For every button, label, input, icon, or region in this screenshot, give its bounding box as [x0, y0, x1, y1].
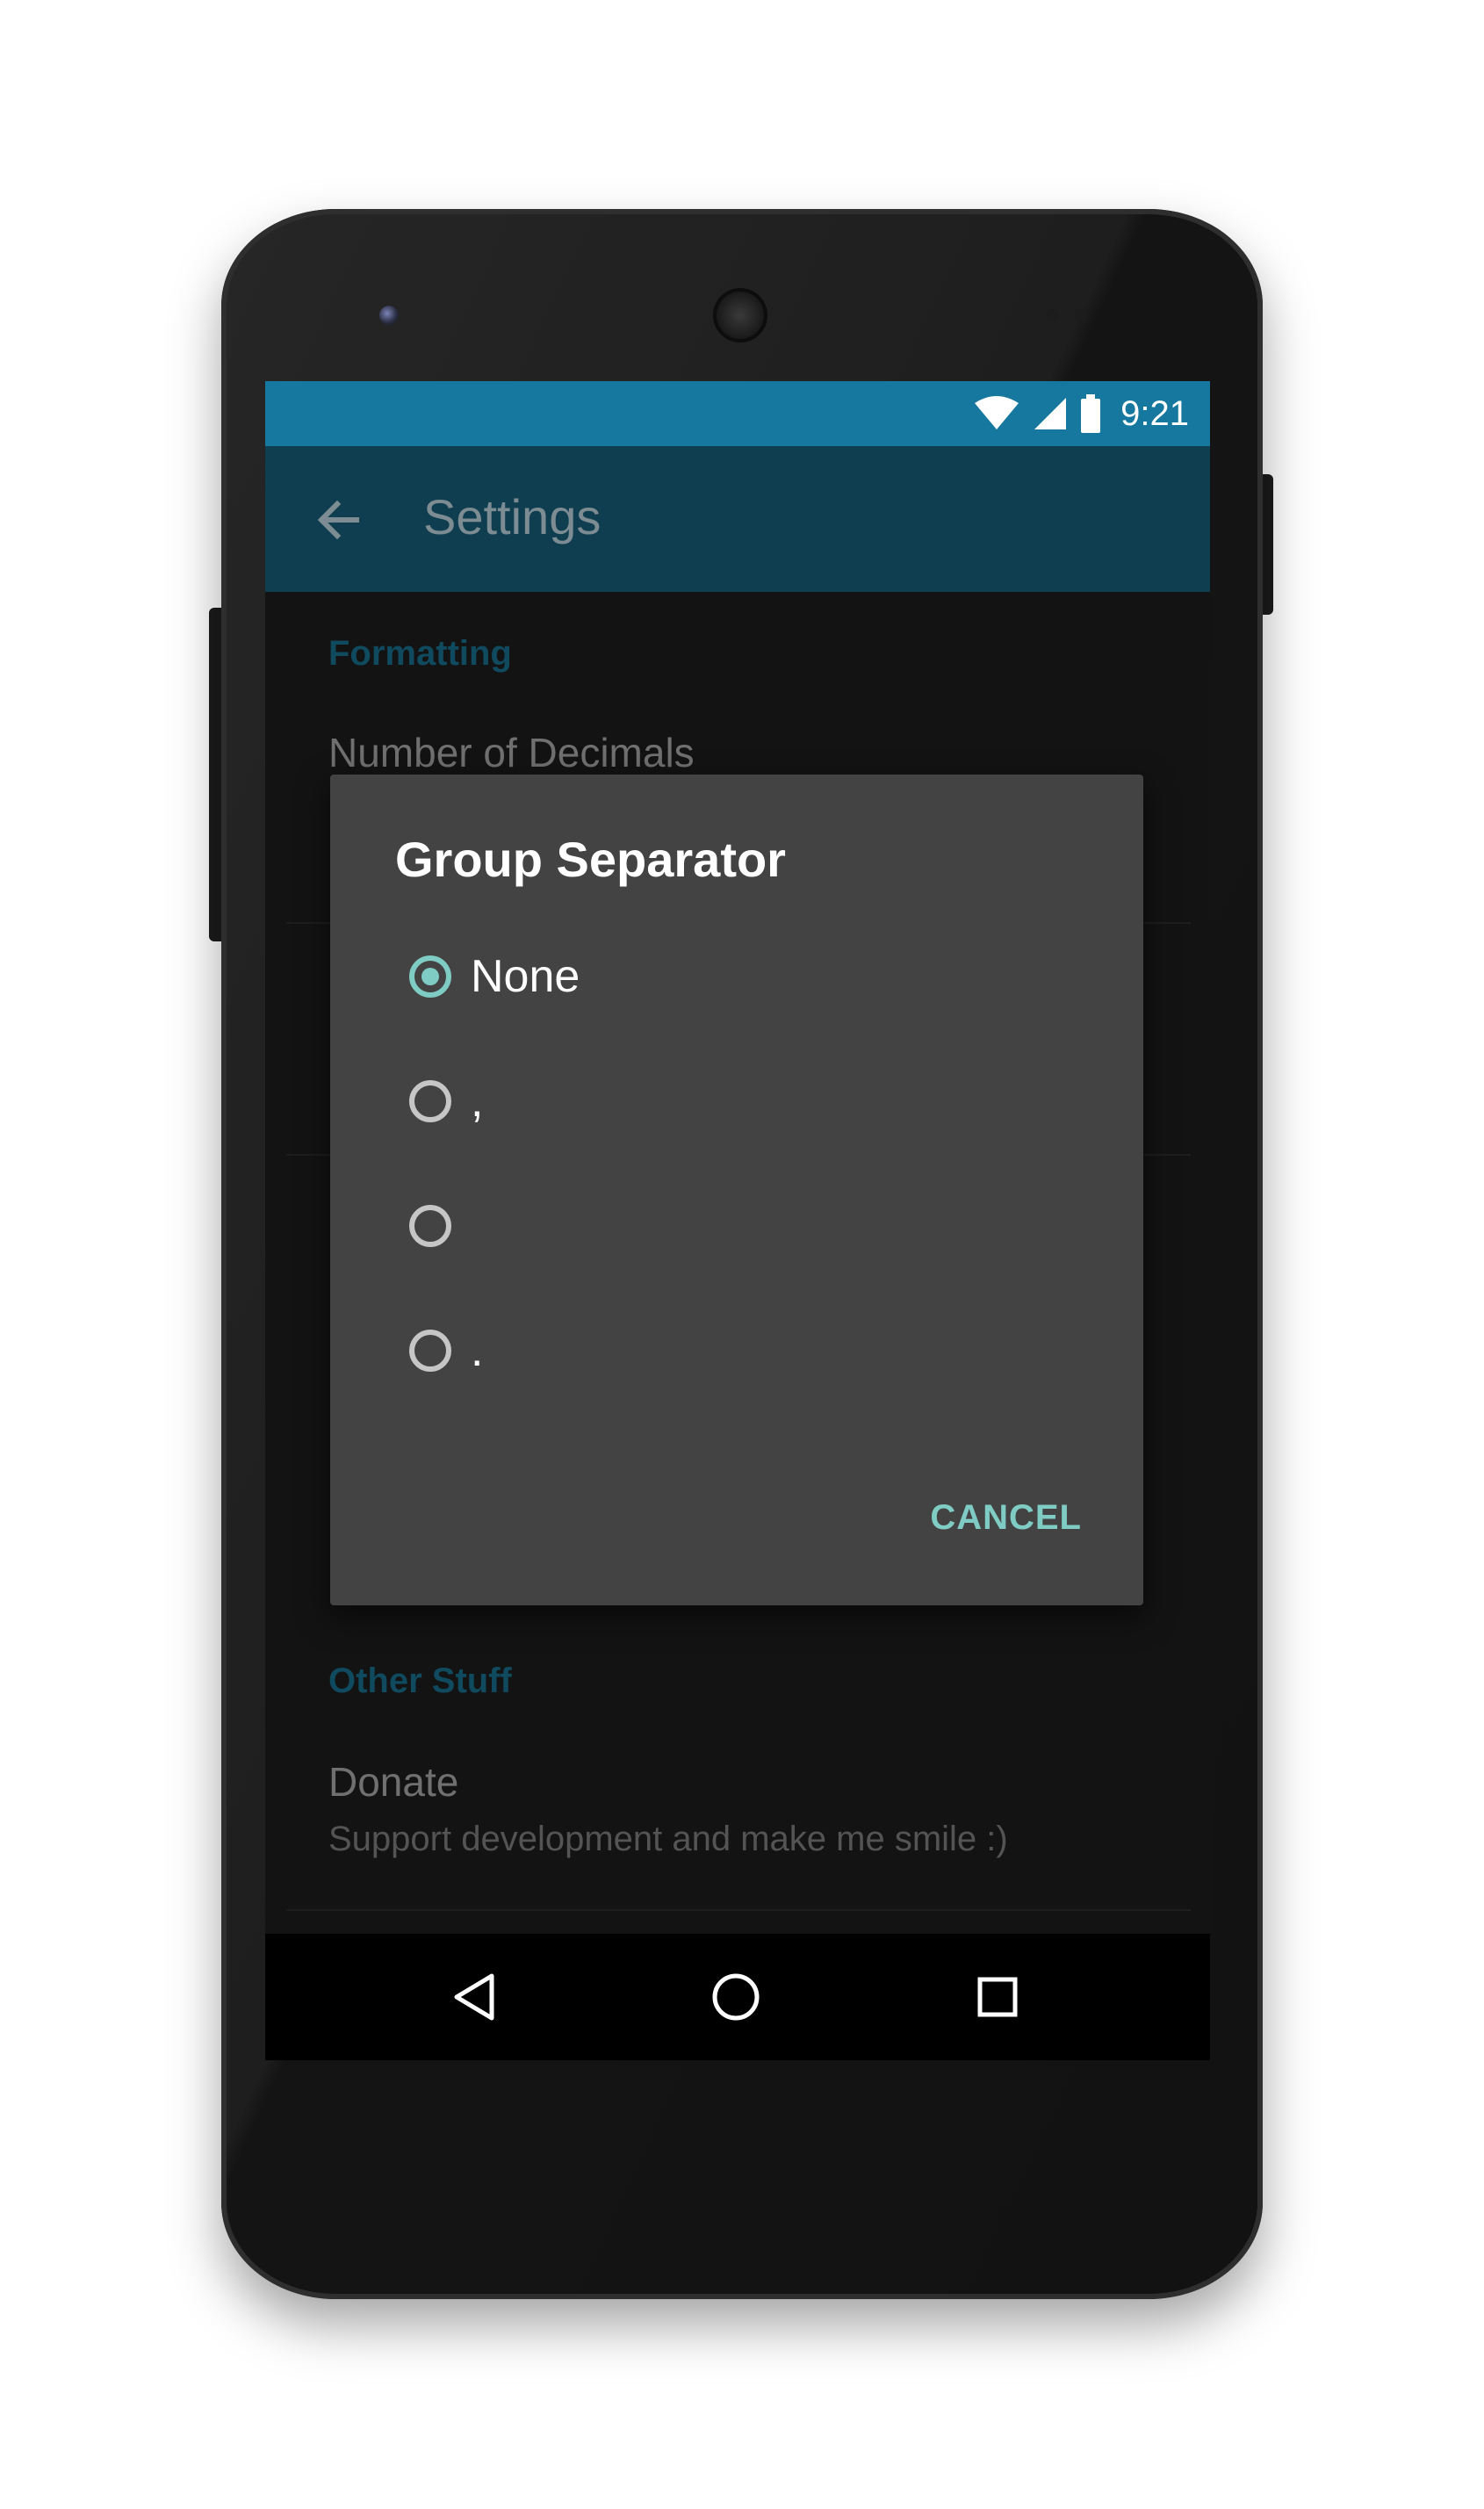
power-button: [1261, 474, 1273, 615]
earpiece-speaker: [713, 288, 767, 342]
back-triangle-icon[interactable]: [448, 1969, 504, 2025]
recents-square-icon[interactable]: [969, 1969, 1026, 2025]
section-header-other-stuff: Other Stuff: [328, 1662, 512, 1700]
wifi-icon: [975, 396, 1019, 429]
battery-icon: [1081, 394, 1101, 433]
light-sensor: [1075, 309, 1087, 321]
preference-donate-summary: Support development and make me smile :): [328, 1820, 1008, 1858]
page-title: Settings: [423, 489, 602, 544]
option-space[interactable]: [409, 1191, 479, 1261]
app-toolbar: Settings: [265, 446, 1210, 592]
status-time: 9:21: [1120, 393, 1189, 433]
radio-button[interactable]: [409, 1330, 451, 1372]
option-label: None: [471, 951, 580, 1002]
front-camera: [379, 306, 399, 325]
home-circle-icon[interactable]: [708, 1969, 764, 2025]
proximity-sensor: [1047, 309, 1059, 321]
divider: [286, 1909, 1191, 1911]
group-separator-dialog: Group Separator None , . CANCEL: [330, 775, 1143, 1605]
arrow-left-icon[interactable]: [314, 495, 364, 544]
preference-donate[interactable]: Donate: [328, 1758, 458, 1806]
cellular-signal-icon: [1034, 398, 1067, 429]
option-comma[interactable]: ,: [409, 1066, 483, 1136]
status-bar: 9:21: [265, 381, 1210, 446]
status-icons: 9:21: [973, 390, 1189, 437]
cancel-button[interactable]: CANCEL: [930, 1498, 1082, 1538]
navigation-bar: [265, 1934, 1210, 2060]
radio-button[interactable]: [409, 1080, 451, 1122]
preference-number-of-decimals[interactable]: Number of Decimals: [328, 729, 695, 776]
option-none[interactable]: None: [409, 941, 580, 1012]
option-period[interactable]: .: [409, 1316, 483, 1386]
dialog-title: Group Separator: [395, 832, 786, 887]
section-header-formatting: Formatting: [328, 634, 512, 673]
radio-button-checked[interactable]: [409, 955, 451, 998]
option-label: .: [471, 1325, 484, 1376]
radio-button[interactable]: [409, 1205, 451, 1247]
option-label: ,: [471, 1076, 484, 1127]
